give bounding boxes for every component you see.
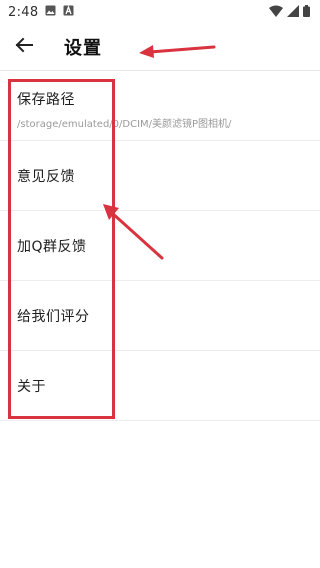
- app-a-notification-icon: [63, 5, 74, 19]
- wifi-icon: [269, 5, 283, 20]
- settings-item-rate-us[interactable]: 给我们评分: [0, 281, 320, 351]
- status-right: [269, 4, 310, 20]
- settings-item-about[interactable]: 关于: [0, 351, 320, 421]
- back-button[interactable]: [0, 24, 48, 70]
- battery-icon: [303, 4, 310, 20]
- settings-item-label: 意见反馈: [17, 168, 75, 185]
- signal-icon: [287, 4, 299, 20]
- status-bar: 2:48: [0, 0, 320, 24]
- settings-item-label: 加Q群反馈: [17, 238, 87, 255]
- settings-item-label: 给我们评分: [17, 308, 90, 325]
- toolbar: 设置: [0, 24, 320, 70]
- settings-list: 保存路径 /storage/emulated/0/DCIM/美颜滤镜P图相机/ …: [0, 71, 320, 421]
- save-path-value: /storage/emulated/0/DCIM/美颜滤镜P图相机/: [17, 119, 232, 130]
- settings-item-save-path[interactable]: 保存路径 /storage/emulated/0/DCIM/美颜滤镜P图相机/: [0, 71, 320, 141]
- gallery-notification-icon: [45, 5, 56, 19]
- settings-item-label: 关于: [17, 378, 46, 395]
- status-left: 2:48: [8, 5, 74, 20]
- settings-item-label: 保存路径: [17, 92, 75, 108]
- status-time: 2:48: [8, 4, 39, 20]
- settings-item-qq-group-feedback[interactable]: 加Q群反馈: [0, 211, 320, 281]
- arrow-left-icon: [15, 37, 33, 57]
- page-title: 设置: [64, 38, 102, 59]
- settings-item-feedback[interactable]: 意见反馈: [0, 141, 320, 211]
